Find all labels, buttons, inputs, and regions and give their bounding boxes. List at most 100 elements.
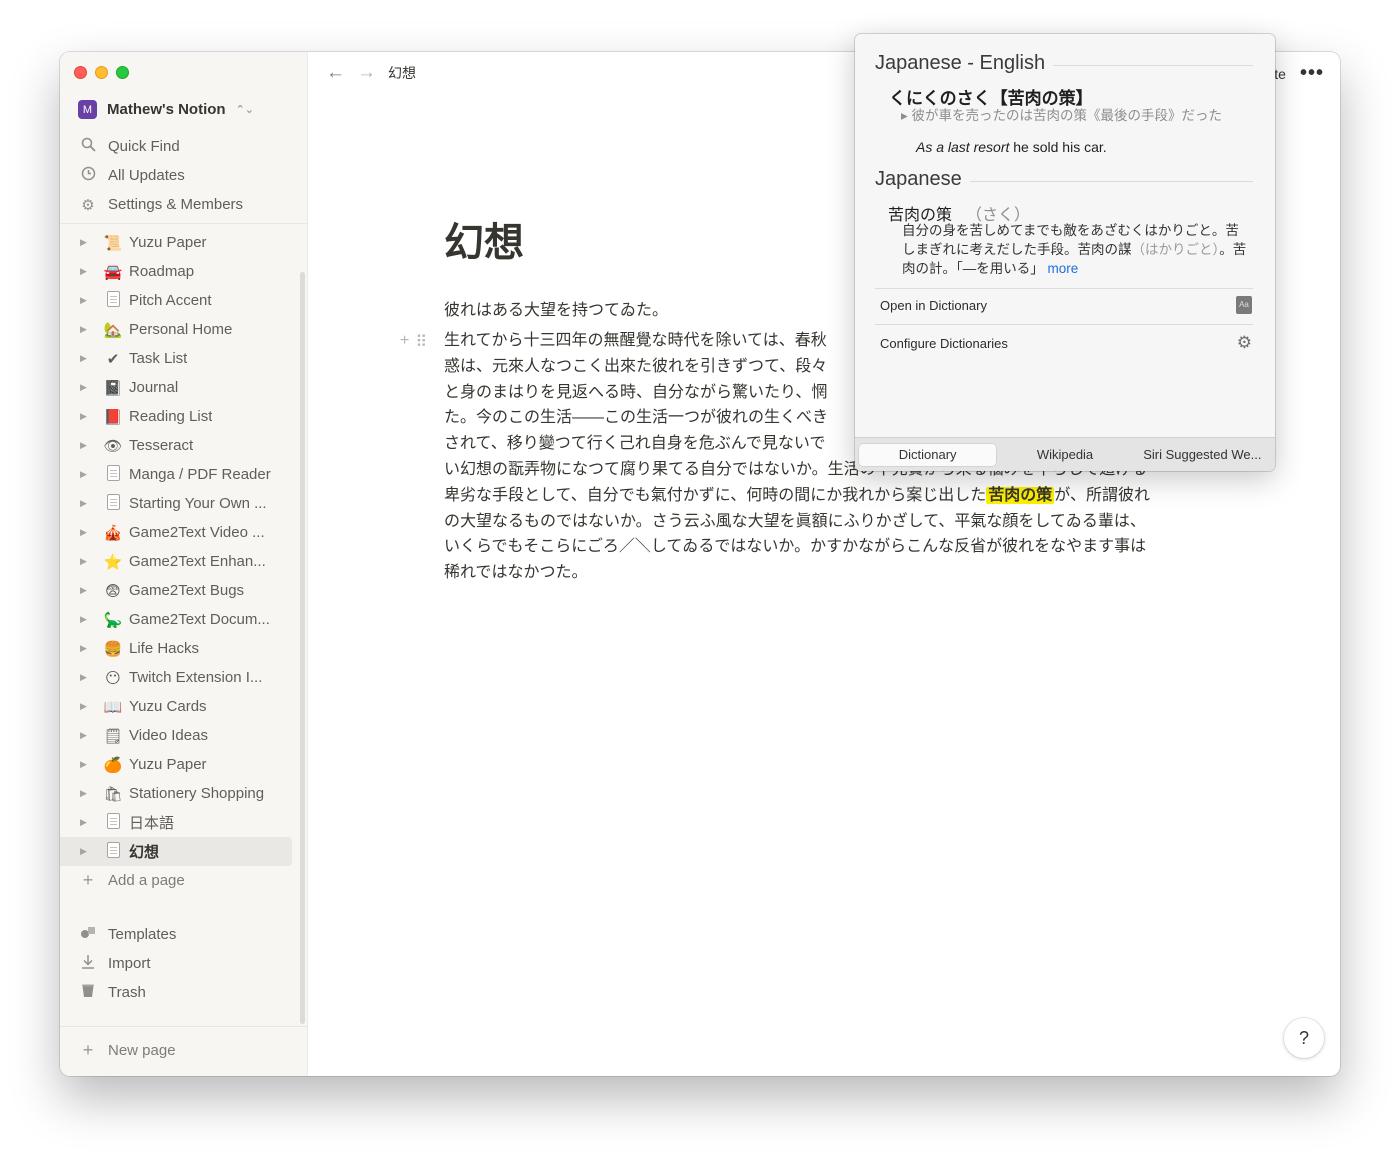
- expand-triangle-icon[interactable]: ▶: [80, 411, 92, 422]
- expand-triangle-icon[interactable]: ▶: [80, 440, 92, 451]
- expand-triangle-icon[interactable]: ▶: [80, 614, 92, 625]
- configure-dictionaries-button[interactable]: Configure Dictionaries ⚙: [880, 333, 1252, 353]
- minimize-window-button[interactable]: [95, 66, 108, 79]
- page-label: Video Ideas: [129, 727, 208, 744]
- car-emoji-icon: 🚘: [103, 263, 123, 281]
- sidebar-scrollbar[interactable]: [300, 272, 305, 1024]
- sidebar-page-tesseract[interactable]: ▶ 👁 Tesseract: [60, 431, 308, 460]
- expand-triangle-icon[interactable]: ▶: [80, 324, 92, 335]
- highlighted-lookup-word[interactable]: 苦肉の策: [986, 486, 1055, 504]
- paragraph-block[interactable]: 彼れはある大望を持つてゐた。: [444, 296, 668, 320]
- expand-triangle-icon[interactable]: ▶: [80, 556, 92, 567]
- breadcrumb[interactable]: 幻想: [388, 63, 416, 83]
- forward-arrow-icon[interactable]: →: [357, 62, 376, 84]
- expand-triangle-icon[interactable]: ▶: [80, 759, 92, 770]
- sidebar-page-manga-pdf-reader[interactable]: ▶ Manga / PDF Reader: [60, 460, 308, 489]
- document-icon: [102, 290, 124, 311]
- sidebar-page-nihongo[interactable]: ▶ 日本語: [60, 808, 308, 837]
- window-controls: [74, 66, 129, 79]
- sidebar-page-starting-your-own[interactable]: ▶ Starting Your Own ...: [60, 489, 308, 518]
- tab-siri-suggested-websites[interactable]: Siri Suggested We...: [1134, 444, 1271, 466]
- italic-phrase: As a last resort: [916, 139, 1010, 155]
- add-page-button[interactable]: + Add a page: [80, 870, 185, 891]
- expand-triangle-icon[interactable]: ▶: [80, 237, 92, 248]
- import-label: Import: [108, 955, 151, 972]
- trash-icon: [80, 983, 96, 1002]
- expand-triangle-icon[interactable]: ▶: [80, 701, 92, 712]
- sidebar-tools: Templates Import Trash: [60, 920, 308, 1007]
- sidebar-page-journal[interactable]: ▶ 📓 Journal: [60, 373, 308, 402]
- sidebar-page-yuzu-paper[interactable]: ▶ 📜 Yuzu Paper: [60, 228, 308, 257]
- tab-dictionary[interactable]: Dictionary: [859, 443, 997, 466]
- back-arrow-icon[interactable]: ←: [326, 62, 345, 84]
- dictionary-app-icon: Aa: [1236, 296, 1252, 314]
- dict-entry-headword: くにくのさく【苦肉の策】: [889, 89, 1093, 108]
- dict-definition: 自分の身を苦しめてまでも敵をあざむくはかりごと。苦しまぎれに考えだした手段。苦肉…: [902, 221, 1247, 278]
- configure-dictionaries-label: Configure Dictionaries: [880, 335, 1008, 351]
- more-options-icon[interactable]: •••: [1300, 62, 1324, 85]
- trash-label: Trash: [108, 984, 146, 1001]
- templates-button[interactable]: Templates: [60, 920, 308, 949]
- sidebar-page-game2text-enhancements[interactable]: ▶ ⭐ Game2Text Enhan...: [60, 547, 308, 576]
- text-line: 卑劣な手段として、自分でも氣付かずに、何時の間にか我れから案じ出した 苦肉の策 が、…: [444, 483, 1214, 509]
- sidebar-page-yuzu-cards[interactable]: ▶ 📖 Yuzu Cards: [60, 692, 308, 721]
- expand-triangle-icon[interactable]: ▶: [80, 266, 92, 277]
- settings-members-button[interactable]: ⚙ Settings & Members: [60, 190, 308, 219]
- sidebar-page-game2text-video[interactable]: ▶ 🎪 Game2Text Video ...: [60, 518, 308, 547]
- expand-triangle-icon[interactable]: ▶: [80, 730, 92, 741]
- expand-triangle-icon[interactable]: ▶: [80, 817, 92, 828]
- expand-triangle-icon[interactable]: ▶: [80, 846, 92, 857]
- document-icon: [102, 493, 124, 514]
- expand-triangle-icon[interactable]: ▶: [80, 469, 92, 480]
- all-updates-button[interactable]: All Updates: [60, 161, 308, 190]
- sidebar-page-game2text-bugs[interactable]: ▶ 😨 Game2Text Bugs: [60, 576, 308, 605]
- settings-members-label: Settings & Members: [108, 196, 244, 213]
- sidebar-page-roadmap[interactable]: ▶ 🚘 Roadmap: [60, 257, 308, 286]
- house-emoji-icon: 🏡: [103, 321, 123, 339]
- checkmark-icon: ✔: [106, 350, 120, 368]
- sidebar-page-personal-home[interactable]: ▶ 🏡 Personal Home: [60, 315, 308, 344]
- sidebar-page-pitch-accent[interactable]: ▶ Pitch Accent: [60, 286, 308, 315]
- workspace-switcher[interactable]: M Mathew's Notion ⌃⌄: [78, 100, 254, 119]
- sidebar-nav: Quick Find All Updates ⚙ Settings & Memb…: [60, 132, 308, 228]
- expand-triangle-icon[interactable]: ▶: [80, 643, 92, 654]
- fearful-face-emoji-icon: 😨: [105, 582, 121, 600]
- sidebar-page-stationery-shopping[interactable]: ▶ 🛍 Stationery Shopping: [60, 779, 308, 808]
- dict-example-japanese: ▸ 彼が車を売ったのは苦肉の策《最後の手段》だった: [901, 108, 1223, 123]
- close-window-button[interactable]: [74, 66, 87, 79]
- sidebar-page-task-list[interactable]: ▶ ✔ Task List: [60, 344, 308, 373]
- sidebar-page-gensou[interactable]: ▶ 幻想: [60, 837, 292, 866]
- more-link[interactable]: more: [1048, 261, 1079, 276]
- sidebar-page-video-ideas[interactable]: ▶ 🗒 Video Ideas: [60, 721, 308, 750]
- gear-icon: ⚙: [1236, 333, 1252, 352]
- add-block-icon[interactable]: +: [400, 332, 409, 352]
- expand-triangle-icon[interactable]: ▶: [80, 353, 92, 364]
- expand-triangle-icon[interactable]: ▶: [80, 585, 92, 596]
- expand-triangle-icon[interactable]: ▶: [80, 788, 92, 799]
- expand-triangle-icon[interactable]: ▶: [80, 382, 92, 393]
- sidebar-page-twitch-extension[interactable]: ▶ 😶 Twitch Extension I...: [60, 663, 308, 692]
- expand-triangle-icon[interactable]: ▶: [80, 498, 92, 509]
- tab-wikipedia[interactable]: Wikipedia: [996, 444, 1133, 466]
- page-title[interactable]: 幻想: [444, 210, 524, 268]
- sidebar-page-reading-list[interactable]: ▶ 📕 Reading List: [60, 402, 308, 431]
- expand-triangle-icon[interactable]: ▶: [80, 295, 92, 306]
- expand-triangle-icon[interactable]: ▶: [80, 527, 92, 538]
- page-label: Stationery Shopping: [129, 785, 265, 802]
- import-button[interactable]: Import: [60, 949, 308, 978]
- quick-find-button[interactable]: Quick Find: [60, 132, 308, 161]
- sidebar-page-yuzu-paper-2[interactable]: ▶ 🍊 Yuzu Paper: [60, 750, 308, 779]
- page-label: Yuzu Paper: [129, 756, 207, 773]
- zoom-window-button[interactable]: [116, 66, 129, 79]
- topbar-actions: te •••: [1274, 62, 1324, 85]
- help-button[interactable]: ?: [1284, 1018, 1324, 1058]
- new-page-button[interactable]: + New page: [80, 1040, 176, 1061]
- text-line: 稀れではなかつた。: [444, 564, 588, 582]
- topbar-right-text[interactable]: te: [1274, 66, 1286, 82]
- expand-triangle-icon[interactable]: ▶: [80, 672, 92, 683]
- sidebar-page-life-hacks[interactable]: ▶ 🍔 Life Hacks: [60, 634, 308, 663]
- trash-button[interactable]: Trash: [60, 978, 308, 1007]
- sidebar-page-game2text-docs[interactable]: ▶ 🦕 Game2Text Docum...: [60, 605, 308, 634]
- drag-handle-icon[interactable]: ⠿: [415, 332, 427, 352]
- open-in-dictionary-button[interactable]: Open in Dictionary Aa: [880, 296, 1252, 314]
